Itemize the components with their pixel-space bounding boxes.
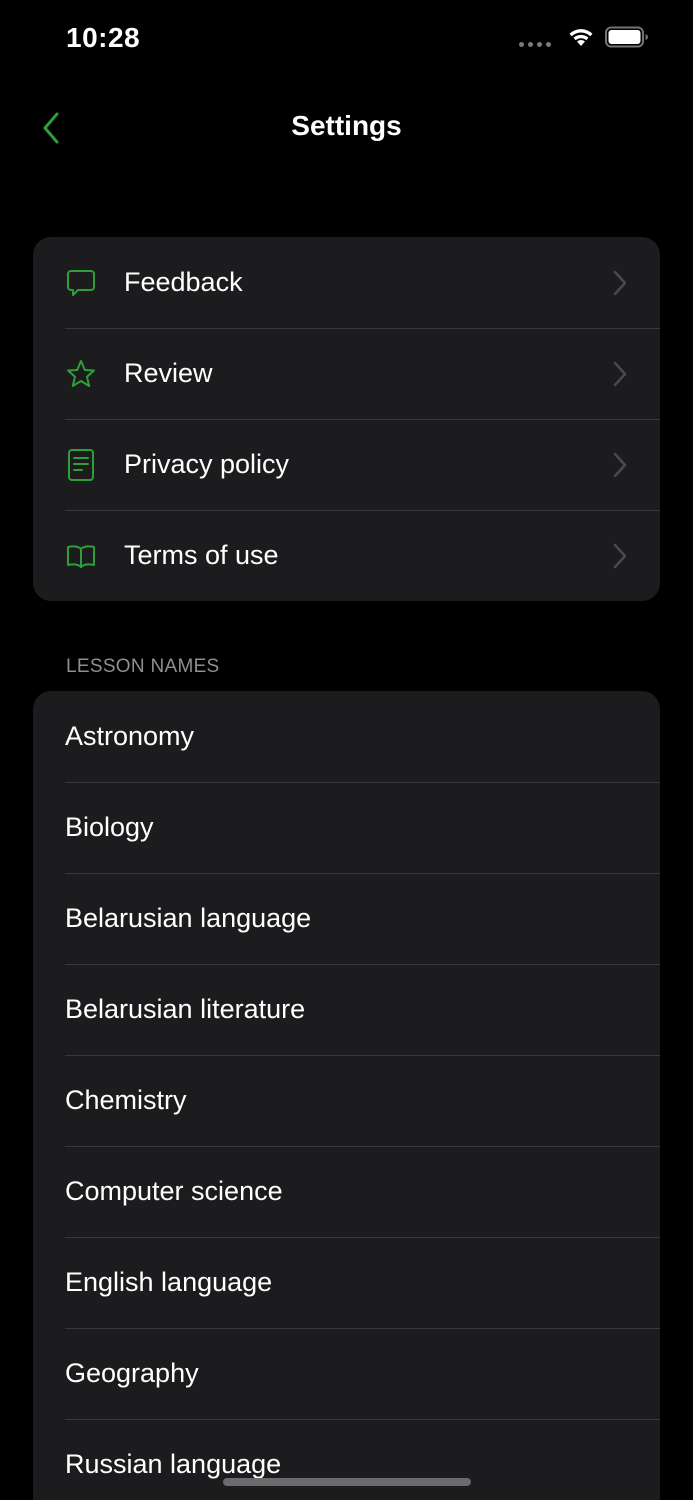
status-bar: 10:28 bbox=[0, 0, 693, 80]
home-indicator[interactable] bbox=[223, 1478, 471, 1486]
lesson-row[interactable]: Russian language bbox=[33, 1419, 660, 1500]
feedback-label: Feedback bbox=[124, 267, 243, 297]
terms-of-use-row[interactable]: Terms of use bbox=[33, 510, 660, 601]
feedback-row[interactable]: Feedback bbox=[33, 237, 660, 328]
settings-list: Feedback Review Privacy policy Terms of … bbox=[33, 237, 660, 601]
privacy-policy-row[interactable]: Privacy policy bbox=[33, 419, 660, 510]
book-icon bbox=[65, 540, 97, 572]
lesson-row[interactable]: English language bbox=[33, 1237, 660, 1328]
privacy-policy-label: Privacy policy bbox=[124, 449, 290, 479]
page-title: Settings bbox=[291, 110, 402, 141]
lesson-row[interactable]: Astronomy bbox=[33, 691, 660, 782]
lesson-names-list: Astronomy Biology Belarusian language Be… bbox=[33, 691, 660, 1500]
lesson-row[interactable]: Chemistry bbox=[33, 1055, 660, 1146]
lesson-row[interactable]: Belarusian literature bbox=[33, 964, 660, 1055]
lesson-name: Belarusian literature bbox=[65, 994, 306, 1024]
lesson-name: Chemistry bbox=[65, 1085, 187, 1115]
chevron-right-icon bbox=[613, 361, 627, 386]
battery-icon bbox=[605, 26, 648, 48]
cellular-signal-icon bbox=[519, 41, 551, 47]
status-indicators bbox=[519, 26, 649, 48]
lesson-names-header: LESSON NAMES bbox=[66, 656, 220, 677]
lesson-row[interactable]: Belarusian language bbox=[33, 873, 660, 964]
status-time: 10:28 bbox=[66, 22, 141, 53]
lesson-name: Computer science bbox=[65, 1176, 283, 1206]
chevron-right-icon bbox=[613, 452, 627, 477]
review-row[interactable]: Review bbox=[33, 328, 660, 419]
speech-bubble-icon bbox=[65, 267, 97, 299]
navigation-bar: Settings bbox=[0, 90, 693, 166]
review-label: Review bbox=[124, 358, 213, 388]
document-icon bbox=[65, 448, 97, 481]
chevron-right-icon bbox=[613, 543, 627, 568]
lesson-name: Geography bbox=[65, 1358, 199, 1388]
lesson-name: Biology bbox=[65, 812, 154, 842]
lesson-row[interactable]: Geography bbox=[33, 1328, 660, 1419]
chevron-right-icon bbox=[613, 270, 627, 295]
wifi-icon bbox=[569, 29, 593, 46]
star-icon bbox=[65, 358, 97, 390]
lesson-row[interactable]: Computer science bbox=[33, 1146, 660, 1237]
lesson-row[interactable]: Biology bbox=[33, 782, 660, 873]
lesson-name: English language bbox=[65, 1267, 273, 1297]
terms-of-use-label: Terms of use bbox=[124, 540, 279, 570]
lesson-name: Russian language bbox=[65, 1449, 282, 1479]
lesson-name: Astronomy bbox=[65, 721, 195, 751]
lesson-name: Belarusian language bbox=[65, 903, 312, 933]
